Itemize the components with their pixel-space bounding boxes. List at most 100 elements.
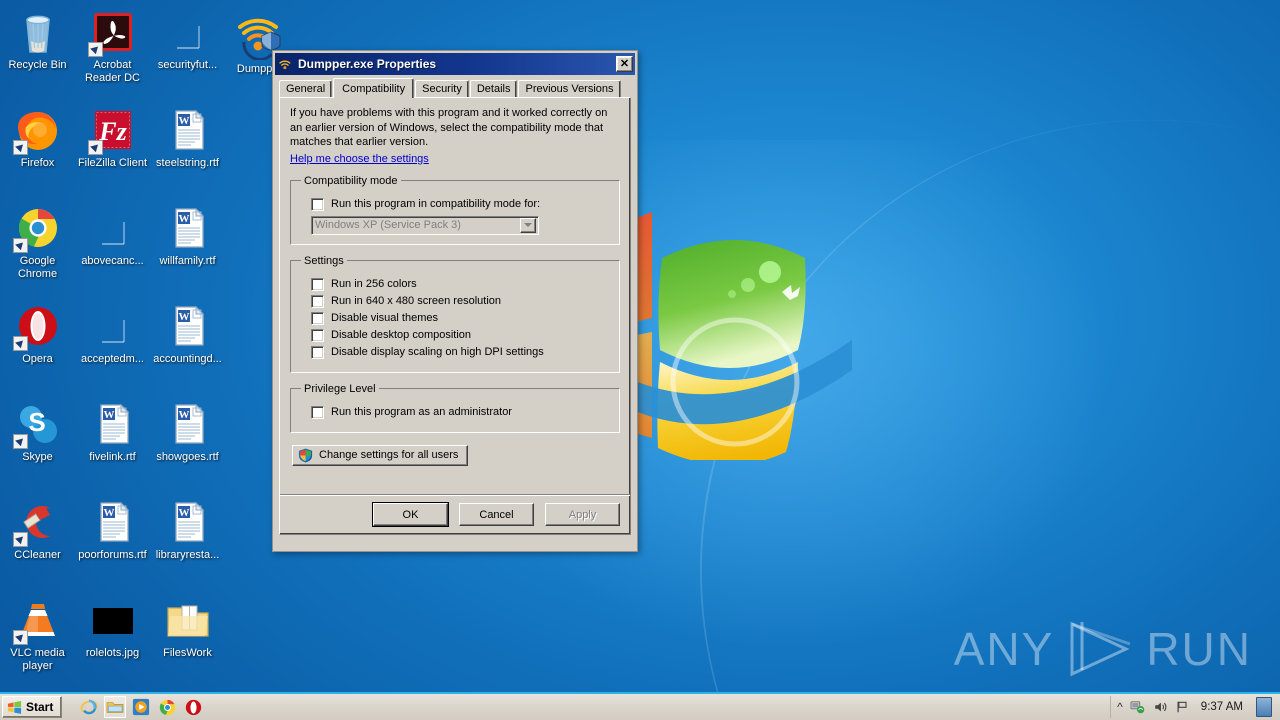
desktop-icon-google-chrome[interactable]: Google Chrome (0, 200, 75, 298)
internet-explorer-icon[interactable] (78, 696, 100, 718)
show-desktop-button[interactable] (1256, 697, 1272, 717)
dialog-titlebar[interactable]: Dumpper.exe Properties ✕ (275, 53, 635, 75)
network-icon[interactable] (1130, 700, 1146, 714)
cancel-button[interactable]: Cancel (459, 503, 534, 526)
svg-text:W: W (178, 409, 189, 421)
desktop-icon-fileswork[interactable]: FilesWork (150, 592, 225, 690)
desktop-icon-abovecanc[interactable]: abovecanc... (75, 200, 150, 298)
tray-chevron-up-icon[interactable]: ^ (1117, 700, 1123, 714)
dialog-button-row[interactable]: OK Cancel Apply (280, 502, 630, 527)
desktop-icon-fivelink-rtf[interactable]: W fivelink.rtf (75, 396, 150, 494)
desktop-icon-poorforums-rtf[interactable]: W poorforums.rtf (75, 494, 150, 592)
black-image-icon (89, 596, 137, 644)
volume-icon[interactable] (1153, 700, 1168, 714)
tab-security[interactable]: Security (415, 80, 469, 97)
filezilla-icon: Fz (87, 106, 137, 155)
svg-text:W: W (178, 507, 189, 519)
svg-text:W: W (103, 409, 114, 421)
desktop-icon-recycle-bin[interactable]: Recycle Bin (0, 4, 75, 102)
properties-dialog[interactable]: Dumpper.exe Properties ✕ General Compatib… (272, 50, 638, 552)
desktop-icon-label: steelstring.rtf (156, 157, 219, 169)
action-center-flag-icon[interactable] (1175, 700, 1190, 714)
desktop-icon-securityfut[interactable]: securityfut... (150, 4, 225, 102)
run-as-administrator-row[interactable]: Run this program as an administrator (311, 405, 609, 419)
desktop-icon-label: Opera (22, 353, 53, 365)
taskbar[interactable]: Start ^ 9:37 AM (0, 692, 1280, 720)
setting-row-2[interactable]: Disable visual themes (311, 311, 609, 325)
windows-logo (608, 212, 852, 460)
tab-previous-versions[interactable]: Previous Versions (518, 80, 621, 97)
setting-checkbox-2[interactable] (311, 311, 324, 325)
desktop-icon-label: securityfut... (157, 59, 218, 71)
desktop-icon-label: Acrobat Reader DC (84, 59, 141, 84)
settings-checkbox-list[interactable]: Run in 256 colors Run in 640 x 480 screen… (301, 277, 609, 359)
desktop-icon-label: Skype (22, 451, 53, 463)
desktop-icon-acrobat-reader-dc[interactable]: Acrobat Reader DC (75, 4, 150, 102)
desktop-icon-grid[interactable]: Recycle Bin Acrobat Reader DC securityfu… (0, 4, 225, 690)
setting-row-0[interactable]: Run in 256 colors (311, 277, 609, 291)
dumpper-wifi-icon (279, 60, 291, 69)
start-button[interactable]: Start (2, 696, 63, 718)
desktop-icon-accountingd[interactable]: W accountingd... (150, 298, 225, 396)
vlc-icon (12, 596, 62, 645)
tab-compatibility[interactable]: Compatibility (333, 78, 415, 98)
rtf-document-icon: W (89, 498, 137, 546)
desktop-icon-vlc-media-player[interactable]: VLC media player (0, 592, 75, 690)
shortcut-arrow-icon (12, 532, 28, 547)
desktop-icon-rolelots-jpg[interactable]: rolelots.jpg (75, 592, 150, 690)
opera-icon[interactable] (182, 696, 204, 718)
desktop-icon-label: acceptedm... (81, 353, 144, 365)
chevron-down-icon[interactable] (520, 217, 536, 233)
compatibility-mode-checkbox-label: Run this program in compatibility mode f… (331, 198, 541, 210)
desktop-icon-firefox[interactable]: Firefox (0, 102, 75, 200)
setting-checkbox-0[interactable] (311, 277, 324, 291)
close-icon[interactable]: ✕ (616, 56, 633, 72)
setting-label-1: Run in 640 x 480 screen resolution (331, 295, 501, 307)
uac-shield-icon (298, 448, 313, 462)
desktop-icon-showgoes-rtf[interactable]: W showgoes.rtf (150, 396, 225, 494)
change-settings-for-all-users-button[interactable]: Change settings for all users (292, 444, 469, 466)
tab-details[interactable]: Details (469, 80, 518, 97)
desktop-icon-skype[interactable]: S Skype (0, 396, 75, 494)
desktop-icon-label: poorforums.rtf (78, 549, 147, 561)
chrome-icon[interactable] (156, 696, 178, 718)
desktop[interactable]: Recycle Bin Acrobat Reader DC securityfu… (0, 0, 1280, 720)
rtf-document-icon: W (164, 106, 212, 154)
tab-general[interactable]: General (279, 80, 333, 97)
desktop-icon-libraryresta[interactable]: W libraryresta... (150, 494, 225, 592)
setting-checkbox-4[interactable] (311, 345, 324, 359)
tray-clock[interactable]: 9:37 AM (1197, 701, 1247, 713)
change-settings-label: Change settings for all users (319, 449, 459, 461)
desktop-icon-willfamily-rtf[interactable]: W willfamily.rtf (150, 200, 225, 298)
desktop-icon-acceptedm[interactable]: acceptedm... (75, 298, 150, 396)
setting-checkbox-1[interactable] (311, 294, 324, 308)
media-player-icon[interactable] (130, 696, 152, 718)
compatibility-mode-checkbox-row[interactable]: Run this program in compatibility mode f… (311, 197, 609, 211)
setting-checkbox-3[interactable] (311, 328, 324, 342)
desktop-icon-label: showgoes.rtf (156, 451, 219, 463)
quick-launch-bar[interactable] (74, 696, 204, 718)
system-tray[interactable]: ^ 9:37 AM (1110, 696, 1278, 718)
tab-label: General (286, 83, 326, 95)
tab-label: Security (422, 83, 462, 95)
desktop-icon-filezilla-client[interactable]: Fz FileZilla Client (75, 102, 150, 200)
desktop-icon-opera[interactable]: Opera (0, 298, 75, 396)
desktop-icon-steelstring-rtf[interactable]: W steelstring.rtf (150, 102, 225, 200)
desktop-icon-label: libraryresta... (155, 549, 220, 561)
blank-file-icon (164, 8, 212, 56)
setting-row-4[interactable]: Disable display scaling on high DPI sett… (311, 345, 609, 359)
run-as-administrator-checkbox[interactable] (311, 405, 324, 419)
setting-row-3[interactable]: Disable desktop composition (311, 328, 609, 342)
help-me-choose-link[interactable]: Help me choose the settings (290, 153, 429, 165)
setting-row-1[interactable]: Run in 640 x 480 screen resolution (311, 294, 609, 308)
dialog-tabstrip[interactable]: General Compatibility Security Details Previ… (279, 78, 631, 98)
compatibility-tab-page: If you have problems with this program a… (279, 97, 631, 535)
ok-button[interactable]: OK (372, 502, 449, 527)
windows-explorer-icon[interactable] (104, 696, 127, 718)
compatibility-os-select[interactable]: Windows XP (Service Pack 3) (311, 215, 539, 235)
rtf-document-icon: W (164, 302, 212, 350)
desktop-icon-ccleaner[interactable]: CCleaner (0, 494, 75, 592)
compatibility-mode-checkbox[interactable] (311, 197, 324, 211)
shortcut-arrow-icon (87, 140, 103, 155)
blank-file-icon (89, 302, 137, 350)
